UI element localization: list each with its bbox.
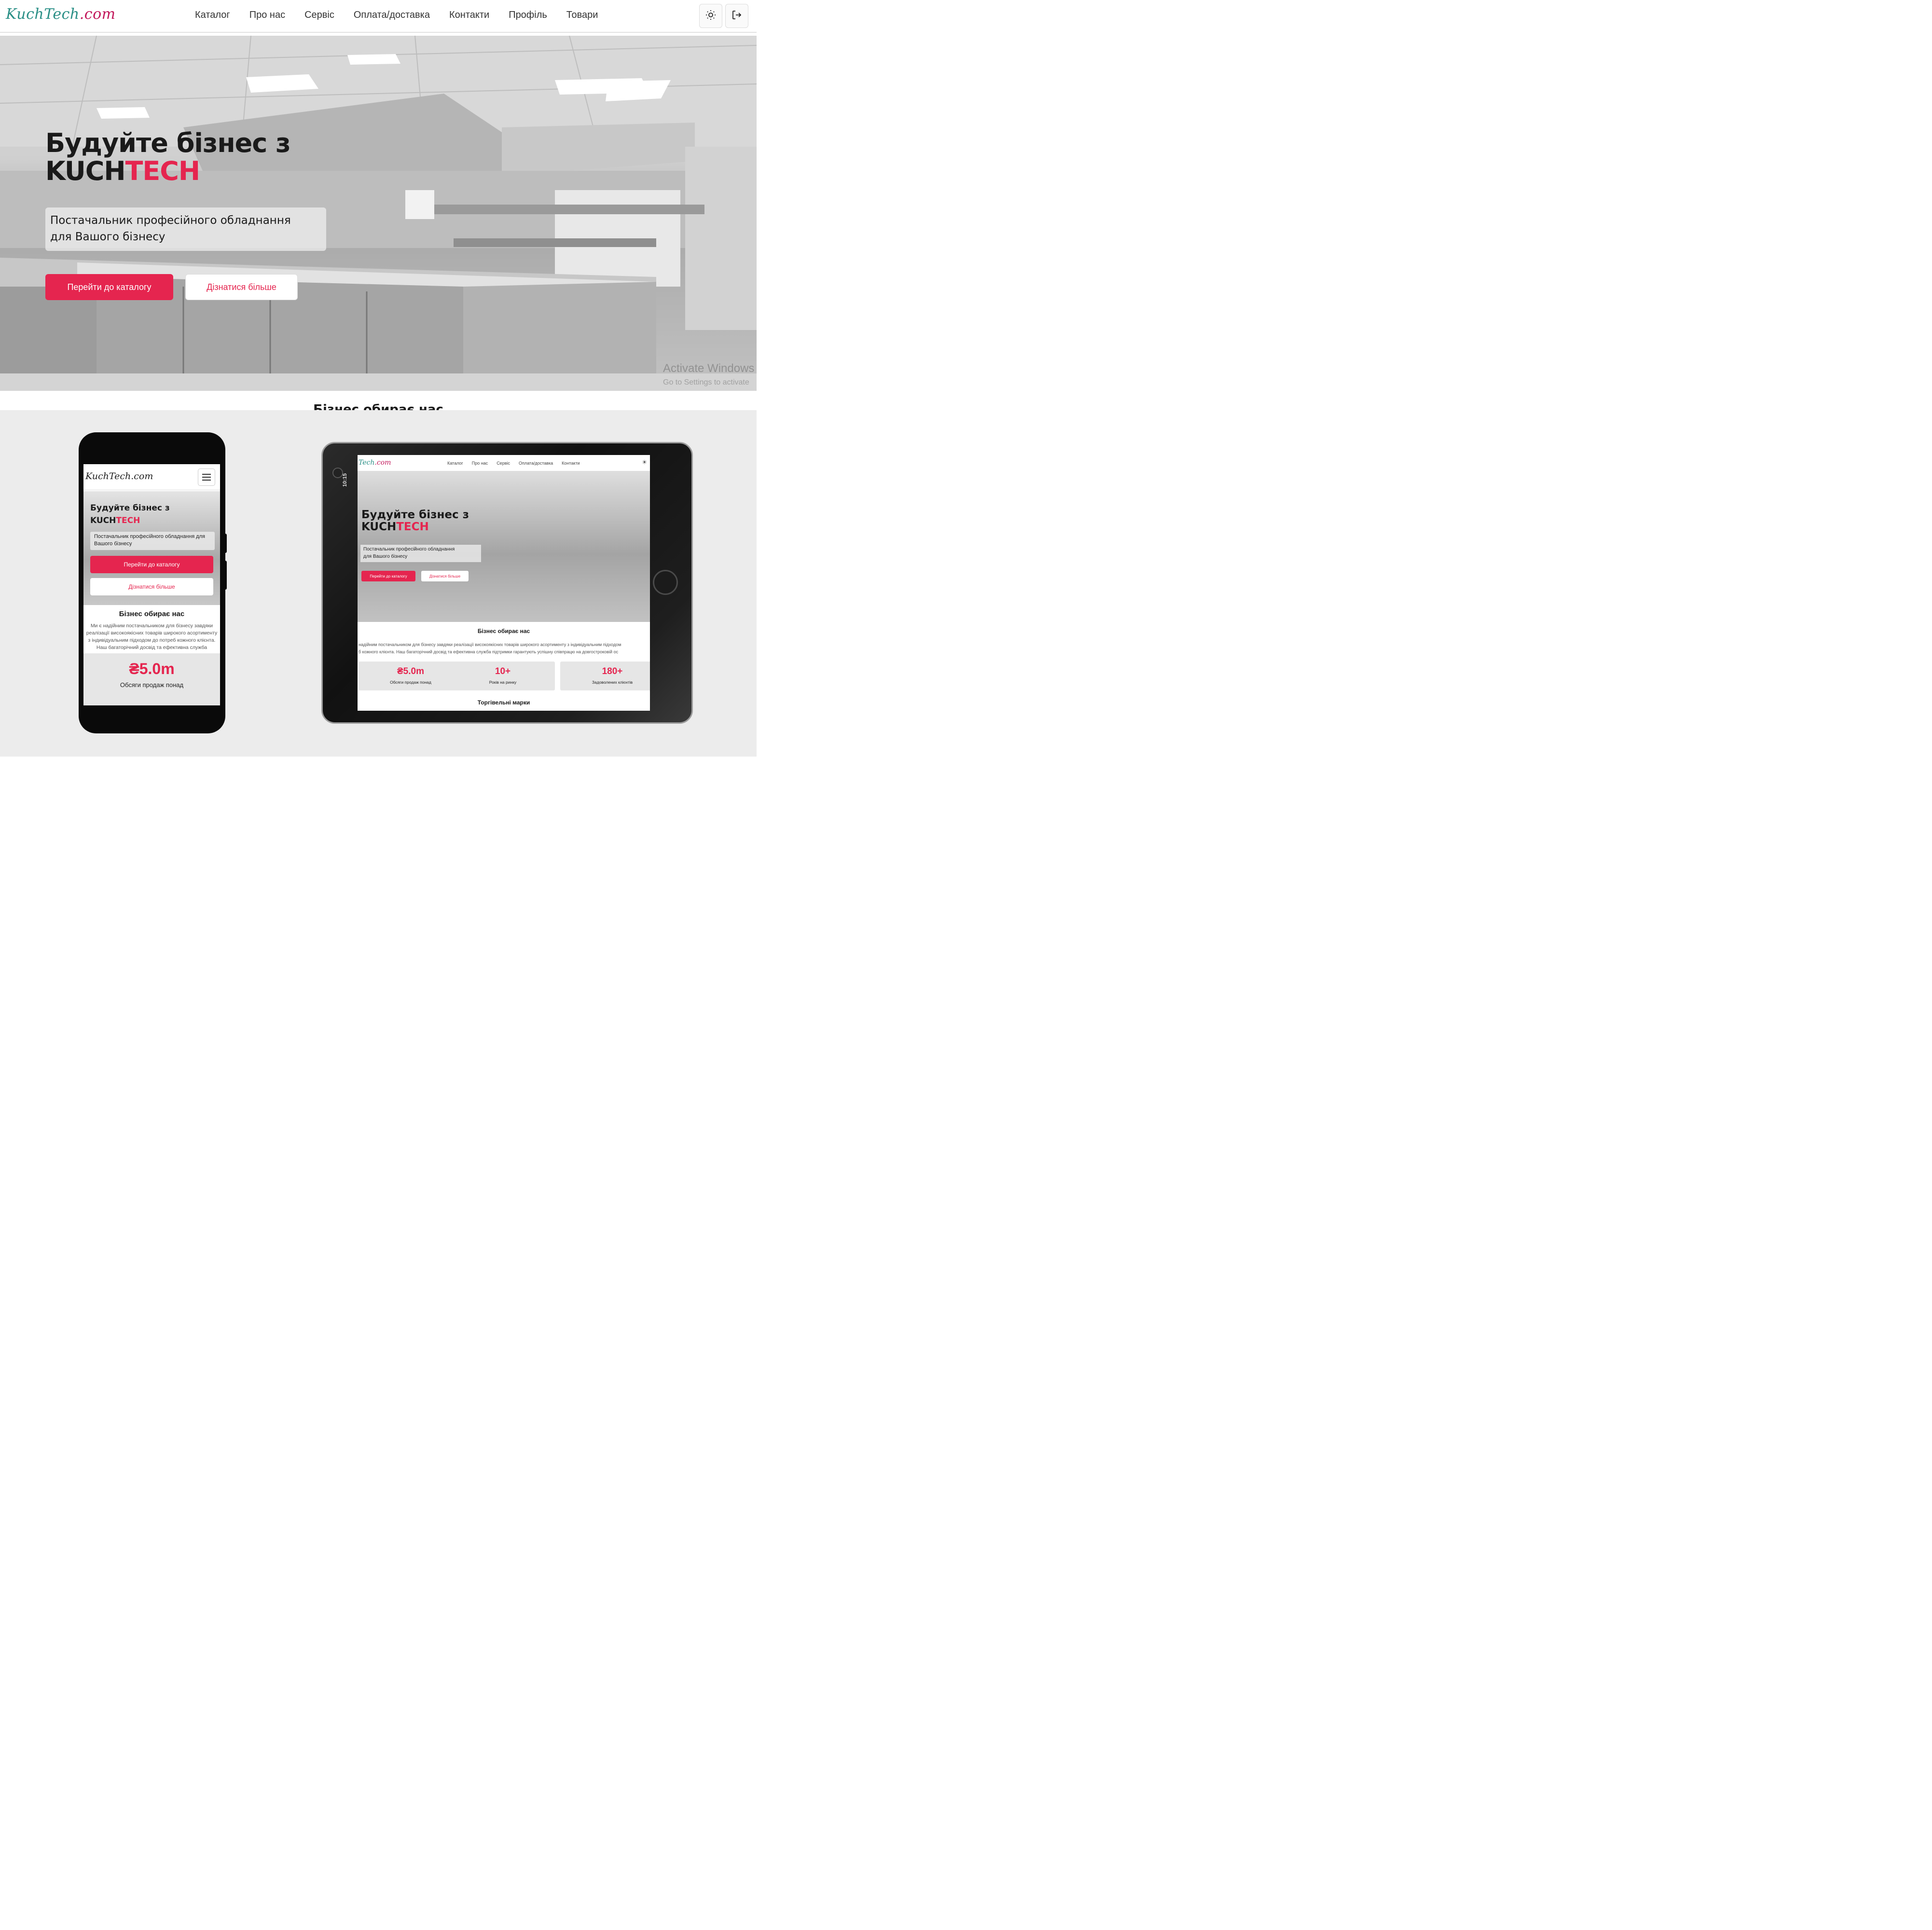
logo-text-main: KuchTech: [6, 6, 80, 23]
phone-side-button: [224, 561, 227, 590]
tablet-nav: Каталог Про нас Сервіс Оплата/доставка К…: [447, 461, 580, 466]
page: KuchTech.com Каталог Про нас Сервіс Опла…: [0, 0, 757, 757]
tablet-logo-domain: .com: [374, 459, 391, 467]
hero-subtitle: Постачальник професійного обладнання для…: [50, 212, 320, 245]
theme-toggle-button[interactable]: [699, 4, 722, 28]
phone-logo[interactable]: KuchTech.com: [85, 471, 153, 482]
nav-item-products[interactable]: Товари: [566, 10, 598, 21]
tablet-stat-label: Задоволених клієнтів: [592, 680, 633, 685]
phone-section-text: Ми є надійним постачальником для бізнесу…: [86, 623, 218, 652]
logout-button[interactable]: [725, 4, 748, 28]
tablet-nav-catalog[interactable]: Каталог: [447, 461, 463, 466]
tablet-hero-title-line1: Будуйте бізнес з: [361, 509, 469, 521]
phone-side-button: [224, 534, 227, 553]
tablet-stat-card: 180+ Задоволених клієнтів: [560, 662, 650, 690]
tablet-section-title: Бізнес обирає нас: [477, 628, 530, 634]
tablet-section-text: надійним постачальником для бізнесу завд…: [358, 641, 650, 656]
tablet-navbar: Tech.com Каталог Про нас Сервіс Оплата/д…: [358, 455, 650, 471]
hero-title-brand-accent: TECH: [125, 156, 201, 186]
hamburger-menu-icon[interactable]: [198, 469, 215, 486]
phone-mockup: KuchTech.com Будуйте бізнес з KUCHTECH П…: [79, 432, 225, 733]
phone-hero-title: Будуйте бізнес з KUCHTECH: [90, 502, 170, 527]
sun-icon[interactable]: ☀: [642, 459, 647, 466]
tablet-stat-card: 10+ Років на ринку: [451, 662, 555, 690]
logo-text-domain: .com: [79, 6, 116, 23]
windows-activation-hint: Go to Settings to activate: [663, 378, 749, 386]
tablet-hero-title: Будуйте бізнес з KUCHTECH: [361, 509, 469, 533]
phone-navbar: KuchTech.com: [83, 464, 220, 490]
device-mockups-section: KuchTech.com Будуйте бізнес з KUCHTECH П…: [0, 410, 757, 757]
phone-learn-more-button[interactable]: Дізнатися більше: [90, 578, 213, 595]
nav-item-service[interactable]: Сервіс: [304, 10, 334, 21]
phone-stat-value: ₴5.0m: [129, 660, 175, 677]
tablet-stat-card: ₴5.0m Обсяги продаж понад: [359, 662, 463, 690]
tablet-hero-brand-accent: TECH: [396, 521, 429, 533]
tablet-stat-value: ₴5.0m: [397, 666, 424, 676]
hero-subtitle-line2: для Вашого бізнесу: [50, 231, 166, 243]
phone-section-title: Бізнес обирає нас: [119, 610, 185, 618]
tablet-logo-main: Tech: [359, 459, 375, 467]
tablet-brands-title: Торгівельні марки: [477, 699, 530, 706]
tablet-section-text-line1: надійним постачальником для бізнесу завд…: [359, 642, 621, 647]
phone-screen: KuchTech.com Будуйте бізнес з KUCHTECH П…: [83, 464, 220, 705]
nav-item-about[interactable]: Про нас: [249, 10, 285, 21]
phone-hero-brand-dark: KUCH: [90, 516, 116, 525]
tablet-nav-about[interactable]: Про нас: [472, 461, 488, 466]
sun-icon: [705, 9, 717, 23]
tablet-stat-value: 180+: [602, 666, 623, 676]
tablet-hero-subtitle-line1: Постачальник професійного обладнання: [363, 547, 455, 552]
logout-icon: [731, 9, 743, 23]
tablet-hero: Будуйте бізнес з KUCHTECH Постачальник п…: [358, 471, 650, 622]
tablet-hero-brand-dark: KUCH: [361, 521, 397, 533]
tablet-stat-label: Обсяги продаж понад: [390, 680, 431, 685]
section-title-why-us: Бізнес обирає нас: [313, 402, 443, 410]
tablet-clock: 10:15: [342, 473, 348, 487]
hero-title-brand-dark: KUCH: [45, 156, 126, 186]
tablet-go-to-catalog-button[interactable]: Перейти до каталогу: [361, 571, 415, 581]
tablet-mockup: 10:15 Tech.com Каталог Про нас Сервіс Оп…: [321, 442, 693, 724]
tablet-stat-label: Років на ринку: [489, 680, 517, 685]
phone-hero-brand-accent: TECH: [116, 516, 140, 525]
tablet-nav-payment-delivery[interactable]: Оплата/доставка: [519, 461, 553, 466]
tablet-nav-contacts[interactable]: Контакти: [562, 461, 580, 466]
phone-hero-title-line1: Будуйте бізнес з: [90, 503, 170, 513]
hero-section: Будуйте бізнес з KUCHTECH Постачальник п…: [0, 36, 757, 391]
tablet-screen: Tech.com Каталог Про нас Сервіс Оплата/д…: [358, 455, 650, 711]
nav-item-catalog[interactable]: Каталог: [195, 10, 230, 21]
windows-activation-watermark: Activate Windows: [663, 362, 755, 375]
phone-hero: Будуйте бізнес з KUCHTECH Постачальник п…: [83, 491, 220, 605]
tablet-hero-subtitle-line2: для Вашого бізнесу: [363, 554, 408, 559]
tablet-stat-value: 10+: [495, 666, 511, 676]
phone-go-to-catalog-button[interactable]: Перейти до каталогу: [90, 556, 213, 573]
tablet-learn-more-button[interactable]: Дізнатися більше: [421, 571, 469, 581]
tablet-nav-service[interactable]: Сервіс: [497, 461, 510, 466]
navbar: KuchTech.com Каталог Про нас Сервіс Опла…: [0, 0, 757, 33]
nav-item-contacts[interactable]: Контакти: [449, 10, 489, 21]
go-to-catalog-button[interactable]: Перейти до каталогу: [45, 274, 173, 300]
camera-icon: [332, 468, 343, 478]
hero-title-line1: Будуйте бізнес з: [45, 128, 290, 158]
tablet-section-text-line2: б кожного клієнта. Наш багаторічний досв…: [359, 649, 619, 654]
home-button-icon: [653, 570, 678, 595]
nav-item-profile[interactable]: Профіль: [509, 10, 547, 21]
learn-more-button[interactable]: Дізнатися більше: [185, 274, 298, 300]
main-nav: Каталог Про нас Сервіс Оплата/доставка К…: [195, 10, 598, 21]
tablet-logo[interactable]: Tech.com: [359, 459, 391, 467]
phone-stat-label: Обсяги продаж понад: [120, 681, 184, 689]
phone-hero-subtitle: Постачальник професійного обладнання для…: [90, 532, 215, 550]
hero-subtitle-line1: Постачальник професійного обладнання: [50, 214, 291, 227]
tablet-hero-subtitle: Постачальник професійного обладнання для…: [360, 545, 481, 562]
site-logo[interactable]: KuchTech.com: [6, 6, 116, 23]
hero-title: Будуйте бізнес з KUCHTECH: [45, 129, 290, 185]
nav-item-payment-delivery[interactable]: Оплата/доставка: [354, 10, 430, 21]
